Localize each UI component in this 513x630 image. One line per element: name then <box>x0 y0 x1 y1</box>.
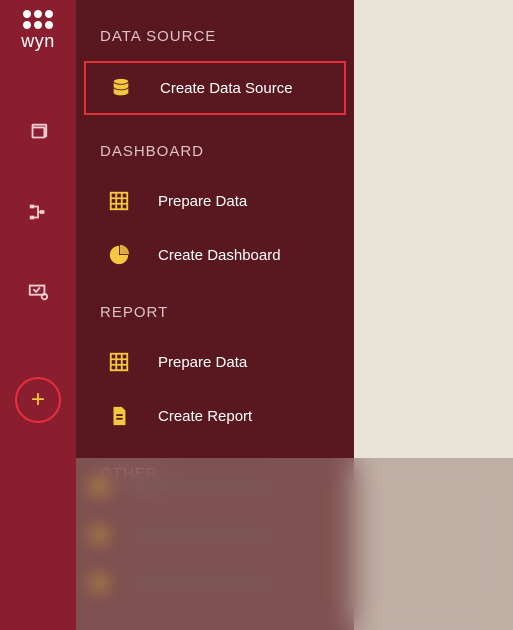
plus-icon: + <box>31 388 45 412</box>
menu-item-report-prepare-data[interactable]: Prepare Data <box>84 337 346 387</box>
logo-dots-icon <box>23 10 53 29</box>
logo-text: wyn <box>21 31 55 52</box>
document-icon <box>108 405 130 427</box>
layers-icon <box>27 121 49 143</box>
grid-icon <box>108 190 130 212</box>
menu-item-label: Create Dashboard <box>158 247 281 264</box>
menu-item-label: Create Data Source <box>160 80 293 97</box>
menu-item-label: Create Report <box>158 408 252 425</box>
menu-item-create-dashboard[interactable]: Create Dashboard <box>84 230 346 280</box>
tree-icon <box>27 201 49 223</box>
monitor-alert-icon <box>27 281 49 303</box>
section-header-dashboard: DASHBOARD <box>76 133 354 172</box>
menu-item-create-data-source[interactable]: Create Data Source <box>84 61 346 115</box>
left-rail: wyn <box>0 0 76 630</box>
section-header-report: REPORT <box>76 294 354 333</box>
menu-item-dashboard-prepare-data[interactable]: Prepare Data <box>84 176 346 226</box>
logo: wyn <box>21 10 55 52</box>
menu-item-create-report[interactable]: Create Report <box>84 391 346 441</box>
rail-icon-documents[interactable] <box>0 92 76 172</box>
add-button[interactable]: + <box>15 377 61 423</box>
database-icon <box>110 77 132 99</box>
menu-item-label: Prepare Data <box>158 193 247 210</box>
pie-chart-icon <box>108 244 130 266</box>
section-header-data-source: DATA SOURCE <box>76 18 354 57</box>
blurred-content-hint <box>90 478 493 620</box>
rail-icon-tree[interactable] <box>0 172 76 252</box>
menu-item-label: Prepare Data <box>158 354 247 371</box>
rail-icon-monitor[interactable] <box>0 252 76 332</box>
grid-icon <box>108 351 130 373</box>
